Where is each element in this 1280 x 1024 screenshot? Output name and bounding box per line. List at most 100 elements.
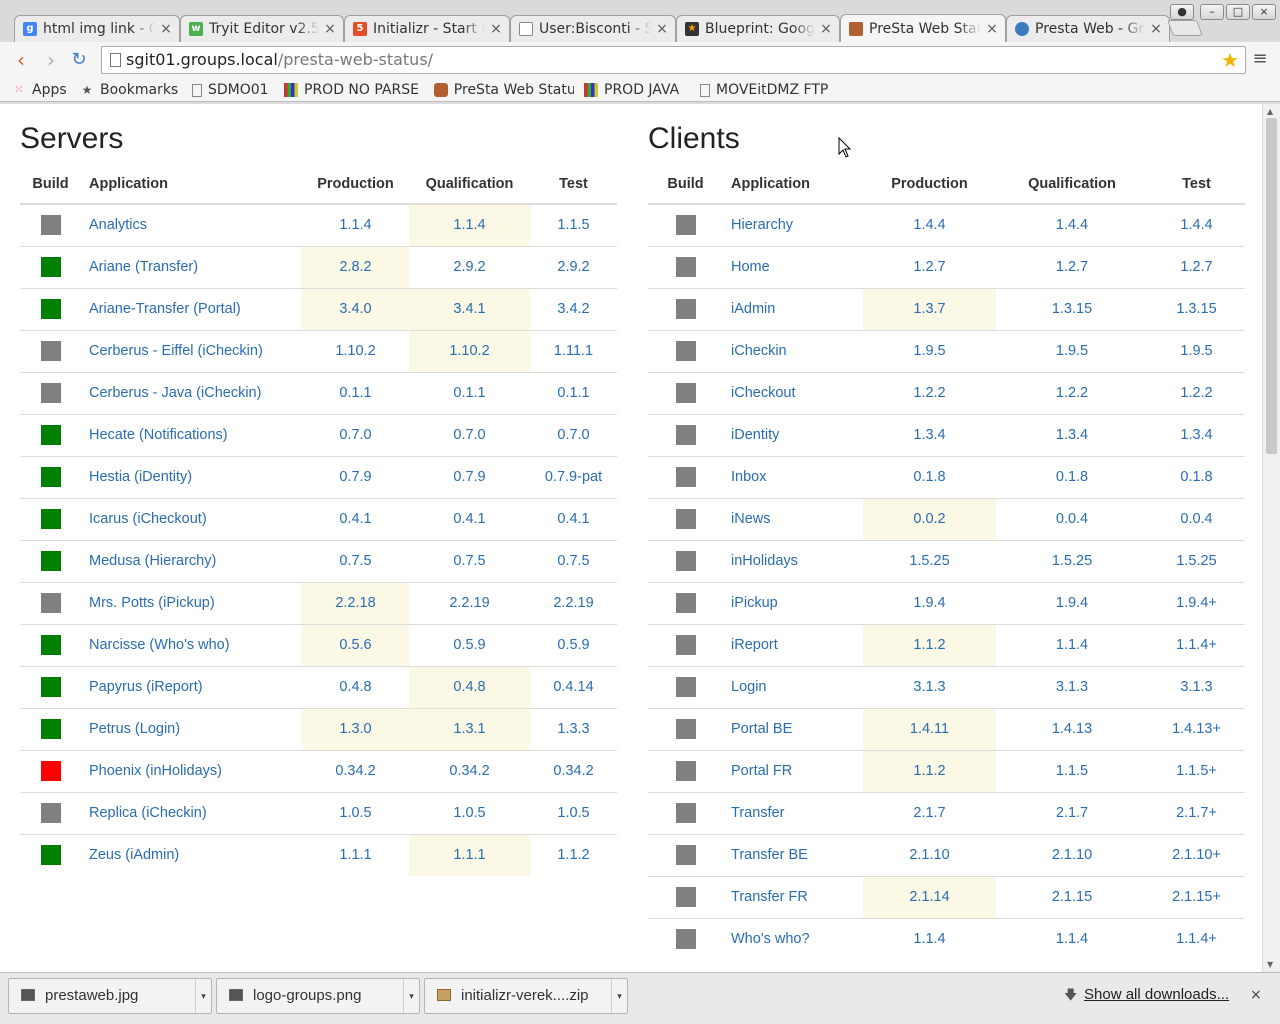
qualification-version[interactable]: 1.2.2 bbox=[996, 371, 1148, 414]
application-link[interactable]: Mrs. Potts (iPickup) bbox=[81, 581, 302, 624]
production-version[interactable]: 2.2.18 bbox=[302, 581, 409, 624]
test-version[interactable]: 1.1.2 bbox=[530, 833, 617, 876]
application-link[interactable]: Replica (iCheckin) bbox=[81, 791, 302, 834]
qualification-version[interactable]: 2.1.15 bbox=[996, 875, 1148, 918]
production-version[interactable]: 1.1.4 bbox=[863, 917, 996, 960]
minimize-button[interactable]: – bbox=[1200, 4, 1224, 20]
bookmark-sdmo01[interactable]: SDMO01 bbox=[192, 80, 274, 100]
production-version[interactable]: 1.4.11 bbox=[863, 707, 996, 750]
production-version[interactable]: 0.1.1 bbox=[302, 371, 409, 414]
tab-presta-web-groups[interactable]: Presta Web - Gro × bbox=[1006, 15, 1170, 42]
production-version[interactable]: 2.1.7 bbox=[863, 791, 996, 834]
vertical-scrollbar[interactable]: ▲ ▼ bbox=[1262, 104, 1280, 972]
test-version[interactable]: 3.4.2 bbox=[530, 287, 617, 330]
test-version[interactable]: 1.2.7 bbox=[1148, 245, 1245, 288]
production-version[interactable]: 3.4.0 bbox=[302, 287, 409, 330]
test-version[interactable]: 2.1.10+ bbox=[1148, 833, 1245, 876]
application-link[interactable]: Portal BE bbox=[723, 707, 863, 750]
application-link[interactable]: Phoenix (inHolidays) bbox=[81, 749, 302, 792]
production-version[interactable]: 1.2.7 bbox=[863, 245, 996, 288]
application-link[interactable]: Icarus (iCheckout) bbox=[81, 497, 302, 540]
production-version[interactable]: 0.34.2 bbox=[302, 749, 409, 792]
production-version[interactable]: 0.7.5 bbox=[302, 539, 409, 582]
download-menu-arrow-icon[interactable]: ▾ bbox=[403, 979, 419, 1013]
qualification-version[interactable]: 1.1.4 bbox=[996, 623, 1148, 666]
qualification-version[interactable]: 0.34.2 bbox=[409, 749, 530, 792]
test-version[interactable]: 0.4.1 bbox=[530, 497, 617, 540]
application-link[interactable]: iDentity bbox=[723, 413, 863, 456]
application-link[interactable]: iAdmin bbox=[723, 287, 863, 330]
test-version[interactable]: 1.4.13+ bbox=[1148, 707, 1245, 750]
test-version[interactable]: 1.3.15 bbox=[1148, 287, 1245, 330]
test-version[interactable]: 2.2.19 bbox=[530, 581, 617, 624]
application-link[interactable]: Ariane-Transfer (Portal) bbox=[81, 287, 302, 330]
application-link[interactable]: Hierarchy bbox=[723, 204, 863, 246]
production-version[interactable]: 1.1.1 bbox=[302, 833, 409, 876]
test-version[interactable]: 0.1.1 bbox=[530, 371, 617, 414]
production-version[interactable]: 2.1.10 bbox=[863, 833, 996, 876]
test-version[interactable]: 1.9.4+ bbox=[1148, 581, 1245, 624]
tab-tryit[interactable]: w Tryit Editor v2.5 × bbox=[180, 15, 344, 42]
test-version[interactable]: 1.1.5 bbox=[530, 204, 617, 246]
production-version[interactable]: 2.1.14 bbox=[863, 875, 996, 918]
test-version[interactable]: 1.9.5 bbox=[1148, 329, 1245, 372]
production-version[interactable]: 0.4.8 bbox=[302, 665, 409, 708]
tab-google[interactable]: g html img link - G × bbox=[14, 15, 180, 42]
test-version[interactable]: 1.1.4+ bbox=[1148, 623, 1245, 666]
qualification-version[interactable]: 1.0.5 bbox=[409, 791, 530, 834]
qualification-version[interactable]: 1.2.7 bbox=[996, 245, 1148, 288]
scroll-up-arrow-icon[interactable]: ▲ bbox=[1267, 107, 1273, 116]
production-version[interactable]: 0.1.8 bbox=[863, 455, 996, 498]
test-version[interactable]: 1.3.4 bbox=[1148, 413, 1245, 456]
qualification-version[interactable]: 1.1.1 bbox=[409, 833, 530, 876]
qualification-version[interactable]: 0.7.0 bbox=[409, 413, 530, 456]
forward-arrow-icon[interactable]: › bbox=[38, 47, 64, 73]
production-version[interactable]: 1.2.2 bbox=[863, 371, 996, 414]
tab-blueprint[interactable]: ★ Blueprint: Goog × bbox=[676, 15, 840, 42]
test-version[interactable]: 2.1.15+ bbox=[1148, 875, 1245, 918]
production-version[interactable]: 1.3.0 bbox=[302, 707, 409, 750]
bookmark-bookmarks[interactable]: ★ Bookmarks bbox=[80, 80, 184, 100]
tab-presta-web-status[interactable]: PreSta Web Stat × bbox=[840, 14, 1006, 42]
show-all-downloads-link[interactable]: Show all downloads... bbox=[1084, 986, 1229, 1003]
application-link[interactable]: Hestia (iDentity) bbox=[81, 455, 302, 498]
test-version[interactable]: 0.0.4 bbox=[1148, 497, 1245, 540]
production-version[interactable]: 1.3.7 bbox=[863, 287, 996, 330]
back-arrow-icon[interactable]: ‹ bbox=[8, 47, 34, 73]
test-version[interactable]: 0.1.8 bbox=[1148, 455, 1245, 498]
application-link[interactable]: Analytics bbox=[81, 204, 302, 246]
test-version[interactable]: 1.4.4 bbox=[1148, 204, 1245, 246]
download-menu-arrow-icon[interactable]: ▾ bbox=[195, 979, 211, 1013]
test-version[interactable]: 2.1.7+ bbox=[1148, 791, 1245, 834]
test-version[interactable]: 0.7.5 bbox=[530, 539, 617, 582]
production-version[interactable]: 3.1.3 bbox=[863, 665, 996, 708]
application-link[interactable]: Portal FR bbox=[723, 749, 863, 792]
production-version[interactable]: 1.5.25 bbox=[863, 539, 996, 582]
application-link[interactable]: iNews bbox=[723, 497, 863, 540]
production-version[interactable]: 1.3.4 bbox=[863, 413, 996, 456]
application-link[interactable]: Narcisse (Who's who) bbox=[81, 623, 302, 666]
qualification-version[interactable]: 1.1.4 bbox=[996, 917, 1148, 960]
application-link[interactable]: Transfer FR bbox=[723, 875, 863, 918]
application-link[interactable]: Petrus (Login) bbox=[81, 707, 302, 750]
close-icon[interactable]: × bbox=[819, 21, 833, 37]
production-version[interactable]: 1.1.2 bbox=[863, 749, 996, 792]
qualification-version[interactable]: 1.9.4 bbox=[996, 581, 1148, 624]
qualification-version[interactable]: 0.1.8 bbox=[996, 455, 1148, 498]
qualification-version[interactable]: 1.4.13 bbox=[996, 707, 1148, 750]
production-version[interactable]: 1.10.2 bbox=[302, 329, 409, 372]
qualification-version[interactable]: 0.5.9 bbox=[409, 623, 530, 666]
qualification-version[interactable]: 1.1.4 bbox=[409, 204, 530, 246]
close-icon[interactable]: × bbox=[323, 21, 337, 37]
scroll-down-arrow-icon[interactable]: ▼ bbox=[1267, 960, 1273, 969]
production-version[interactable]: 0.4.1 bbox=[302, 497, 409, 540]
test-version[interactable]: 1.1.5+ bbox=[1148, 749, 1245, 792]
qualification-version[interactable]: 0.7.9 bbox=[409, 455, 530, 498]
maximize-button[interactable]: □ bbox=[1226, 4, 1250, 20]
production-version[interactable]: 2.8.2 bbox=[302, 245, 409, 288]
application-link[interactable]: Cerberus - Eiffel (iCheckin) bbox=[81, 329, 302, 372]
test-version[interactable]: 0.34.2 bbox=[530, 749, 617, 792]
download-item-initializr[interactable]: initializr-verek....zip ▾ bbox=[424, 978, 628, 1014]
qualification-version[interactable]: 3.1.3 bbox=[996, 665, 1148, 708]
qualification-version[interactable]: 1.5.25 bbox=[996, 539, 1148, 582]
